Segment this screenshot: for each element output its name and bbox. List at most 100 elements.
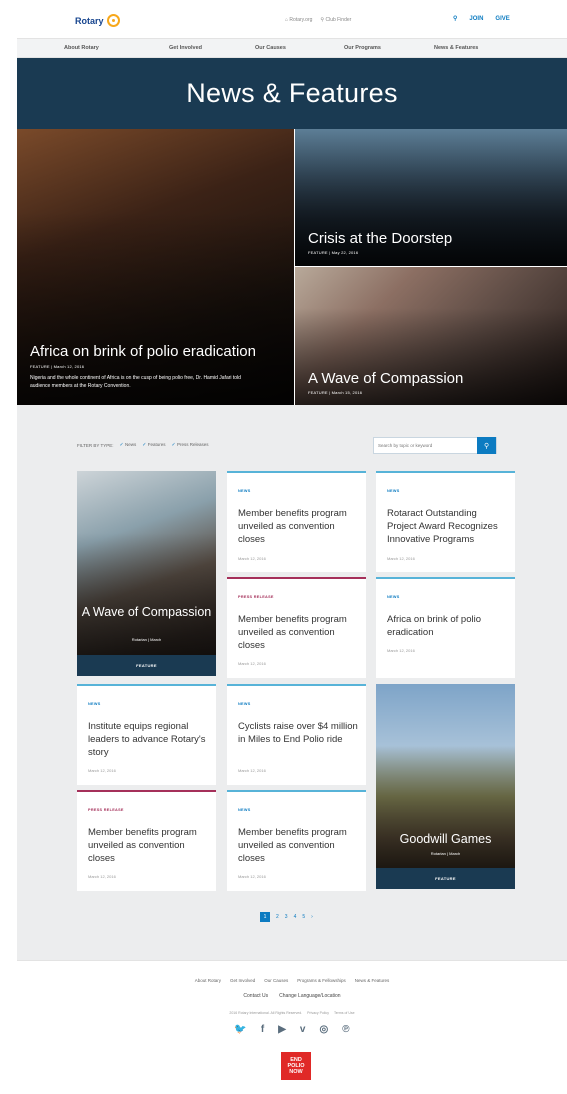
facebook-icon[interactable]: f <box>261 1024 264 1035</box>
card-tag: NEWS <box>88 702 101 706</box>
join-link[interactable]: JOIN <box>469 16 483 22</box>
end-polio-now-badge[interactable]: END POLIO NOW <box>281 1052 311 1080</box>
card-date: March 12, 2016 <box>238 768 266 773</box>
hero-banner: News & Features <box>17 58 567 129</box>
nav-get-involved[interactable]: Get Involved <box>169 45 202 51</box>
card-tag: NEWS <box>387 595 400 599</box>
footer-secondary-links: Contact Us Change Language/Location <box>17 993 567 999</box>
rotary-wheel-icon <box>106 14 120 27</box>
feature-title: A Wave of Compassion <box>308 370 464 387</box>
search-icon: ⚲ <box>484 442 490 450</box>
footer: About Rotary Get Involved Our Causes Pro… <box>17 960 567 1084</box>
news-card[interactable]: NEWS Institute equips regional leaders t… <box>77 684 216 785</box>
news-card[interactable]: NEWS Rotaract Outstanding Project Award … <box>376 471 515 572</box>
util-link-club-finder[interactable]: ⚲ Club Finder <box>320 17 351 23</box>
card-title: Member benefits program unveiled as conv… <box>238 508 347 545</box>
pagination: 1 2 3 4 5 › <box>260 912 313 922</box>
card-tag: PRESS RELEASE <box>238 595 274 599</box>
filter-label: FILTER BY TYPE: <box>77 442 114 448</box>
badge-line: NOW <box>289 1069 303 1075</box>
youtube-icon[interactable]: ▶ <box>278 1024 286 1035</box>
big-card-type: FEATURE <box>77 655 216 676</box>
card-tag: NEWS <box>238 702 251 706</box>
news-card[interactable]: NEWS Africa on brink of polio eradicatio… <box>376 577 515 678</box>
card-date: March 12, 2016 <box>88 874 116 879</box>
filter-features[interactable]: ✓ Features <box>142 442 165 448</box>
nav-our-causes[interactable]: Our Causes <box>255 45 286 51</box>
nav-about-rotary[interactable]: About Rotary <box>64 45 99 51</box>
feature-description: Nigeria and the whole continent of Afric… <box>30 375 241 389</box>
privacy-link[interactable]: Privacy Policy <box>307 1011 329 1015</box>
header-actions: ⚲ JOIN GIVE <box>453 15 510 23</box>
feature-meta: FEATURE | March 15, 2016 <box>308 390 363 395</box>
page-current[interactable]: 1 <box>260 912 270 922</box>
footer-link-programs[interactable]: Programs & Fellowships <box>297 978 346 983</box>
news-card[interactable]: NEWS Member benefits program unveiled as… <box>227 471 366 572</box>
feature-meta: FEATURE | March 12, 2016 <box>30 364 85 369</box>
checkmark-icon: ✓ <box>142 442 147 448</box>
rotary-logo[interactable]: Rotary <box>75 14 120 27</box>
filter-press-releases[interactable]: ✓ Press Releases <box>171 442 208 448</box>
card-title: Member benefits program unveiled as conv… <box>238 827 347 864</box>
checkmark-icon: ✓ <box>171 442 176 448</box>
instagram-icon[interactable]: ◎ <box>319 1024 328 1035</box>
top-bar: Rotary ⌂ Rotary.org ⚲ Club Finder ⚲ JOIN… <box>17 6 567 38</box>
page-title: News & Features <box>186 78 398 108</box>
feature-title: Crisis at the Doorstep <box>308 230 453 247</box>
feature-tile-crisis[interactable]: Crisis at the Doorstep FEATURE | May 22,… <box>295 129 567 266</box>
footer-link-news[interactable]: News & Features <box>355 978 390 983</box>
nav-our-programs[interactable]: Our Programs <box>344 45 381 51</box>
page-2[interactable]: 2 <box>276 914 279 920</box>
feature-tile-compassion[interactable]: A Wave of Compassion FEATURE | March 15,… <box>295 267 567 405</box>
footer-links: About Rotary Get Involved Our Causes Pro… <box>17 978 567 983</box>
card-title: Institute equips regional leaders to adv… <box>88 721 206 758</box>
footer-legal: 2016 Rotary International. All Rights Re… <box>17 1011 567 1015</box>
page-next[interactable]: › <box>311 914 313 920</box>
util-link-rotary-org[interactable]: ⌂ Rotary.org <box>285 17 312 23</box>
news-card[interactable]: PRESS RELEASE Member benefits program un… <box>77 790 216 891</box>
search-icon[interactable]: ⚲ <box>453 15 457 22</box>
filter-news[interactable]: ✓ News <box>120 442 137 448</box>
pinterest-icon[interactable]: ℗ <box>342 1024 349 1035</box>
big-card-goodwill[interactable]: Goodwill Games Rotarian | March FEATURE <box>376 684 515 889</box>
big-card-title: A Wave of Compassion <box>81 605 212 619</box>
footer-link-about[interactable]: About Rotary <box>195 978 221 983</box>
page-4[interactable]: 4 <box>294 914 297 920</box>
card-date: March 12, 2016 <box>387 648 415 653</box>
big-card-type: FEATURE <box>376 868 515 889</box>
news-card[interactable]: NEWS Member benefits program unveiled as… <box>227 790 366 891</box>
search-box: ⚲ <box>373 437 497 454</box>
card-tag: NEWS <box>387 489 400 493</box>
footer-language[interactable]: Change Language/Location <box>279 993 340 999</box>
news-card[interactable]: PRESS RELEASE Member benefits program un… <box>227 577 366 678</box>
copyright: 2016 Rotary International. All Rights Re… <box>229 1011 303 1015</box>
nav-news-features[interactable]: News & Features <box>434 45 478 51</box>
card-tag: NEWS <box>238 808 251 812</box>
footer-link-involved[interactable]: Get Involved <box>230 978 255 983</box>
card-title: Cyclists raise over $4 million in Miles … <box>238 721 358 745</box>
big-card-compassion[interactable]: A Wave of Compassion Rotarian | March FE… <box>77 471 216 676</box>
card-tag: PRESS RELEASE <box>88 808 124 812</box>
twitter-icon[interactable]: 🐦 <box>234 1024 246 1035</box>
card-date: March 12, 2016 <box>88 768 116 773</box>
big-card-title: Goodwill Games <box>399 832 492 846</box>
terms-link[interactable]: Terms of Use <box>334 1011 355 1015</box>
footer-link-causes[interactable]: Our Causes <box>264 978 288 983</box>
logo-text: Rotary <box>75 15 104 26</box>
search-input[interactable] <box>374 443 478 448</box>
filter-bar: FILTER BY TYPE: ✓ News ✓ Features ✓ Pres… <box>77 442 208 448</box>
page-3[interactable]: 3 <box>285 914 288 920</box>
news-card[interactable]: NEWS Cyclists raise over $4 million in M… <box>227 684 366 785</box>
big-card-meta: Rotarian | March <box>430 851 461 856</box>
card-date: March 12, 2016 <box>238 874 266 879</box>
footer-contact[interactable]: Contact Us <box>243 993 268 999</box>
card-title: Member benefits program unveiled as conv… <box>88 827 197 864</box>
card-title: Member benefits program unveiled as conv… <box>238 614 347 651</box>
give-link[interactable]: GIVE <box>495 16 509 22</box>
search-button[interactable]: ⚲ <box>477 437 496 454</box>
page-5[interactable]: 5 <box>302 914 305 920</box>
main-nav: About Rotary Get Involved Our Causes Our… <box>17 38 567 58</box>
card-title: Rotaract Outstanding Project Award Recog… <box>387 508 498 545</box>
feature-tile-africa[interactable]: Africa on brink of polio eradication FEA… <box>17 129 294 405</box>
vimeo-icon[interactable]: v <box>300 1024 306 1035</box>
